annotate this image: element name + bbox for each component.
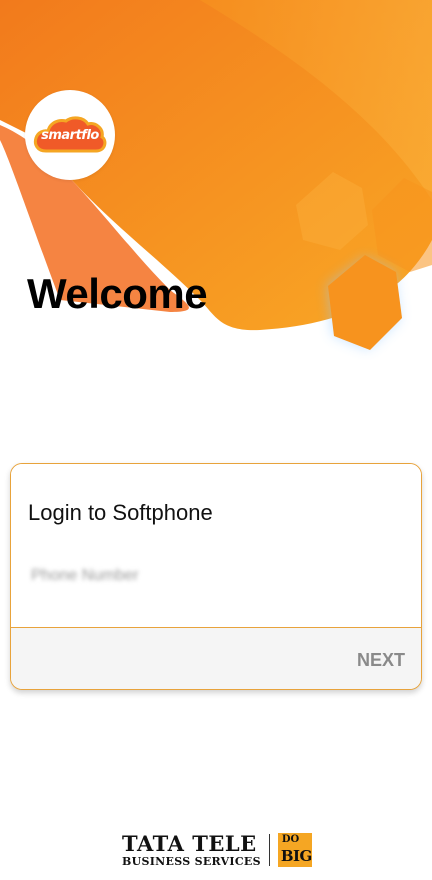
next-button[interactable]: NEXT bbox=[357, 650, 405, 671]
smartflo-logo: smartflo bbox=[25, 90, 115, 180]
badge-line2: BIG bbox=[280, 847, 313, 865]
login-card: Login to Softphone Phone Number NEXT bbox=[10, 463, 422, 690]
footer-brand: TATA TELE BUSINESS SERVICES DO BIG bbox=[122, 832, 312, 868]
do-big-badge: DO BIG bbox=[277, 833, 313, 867]
login-card-title: Login to Softphone bbox=[28, 500, 213, 525]
login-card-actions: NEXT bbox=[11, 628, 421, 689]
badge-line1: DO bbox=[281, 834, 300, 845]
login-card-body: Login to Softphone Phone Number bbox=[11, 464, 421, 627]
brand-separator bbox=[268, 834, 270, 866]
tata-tele-logo: TATA TELE BUSINESS SERVICES bbox=[122, 833, 261, 867]
brand-line1: TATA TELE bbox=[122, 831, 257, 856]
welcome-title: Welcome bbox=[27, 270, 208, 317]
logo-text: smartflo bbox=[41, 127, 99, 143]
cloud-logo-icon: smartflo bbox=[32, 115, 108, 155]
brand-line2: BUSINESS SERVICES bbox=[122, 855, 261, 868]
phone-number-input[interactable] bbox=[28, 564, 328, 590]
